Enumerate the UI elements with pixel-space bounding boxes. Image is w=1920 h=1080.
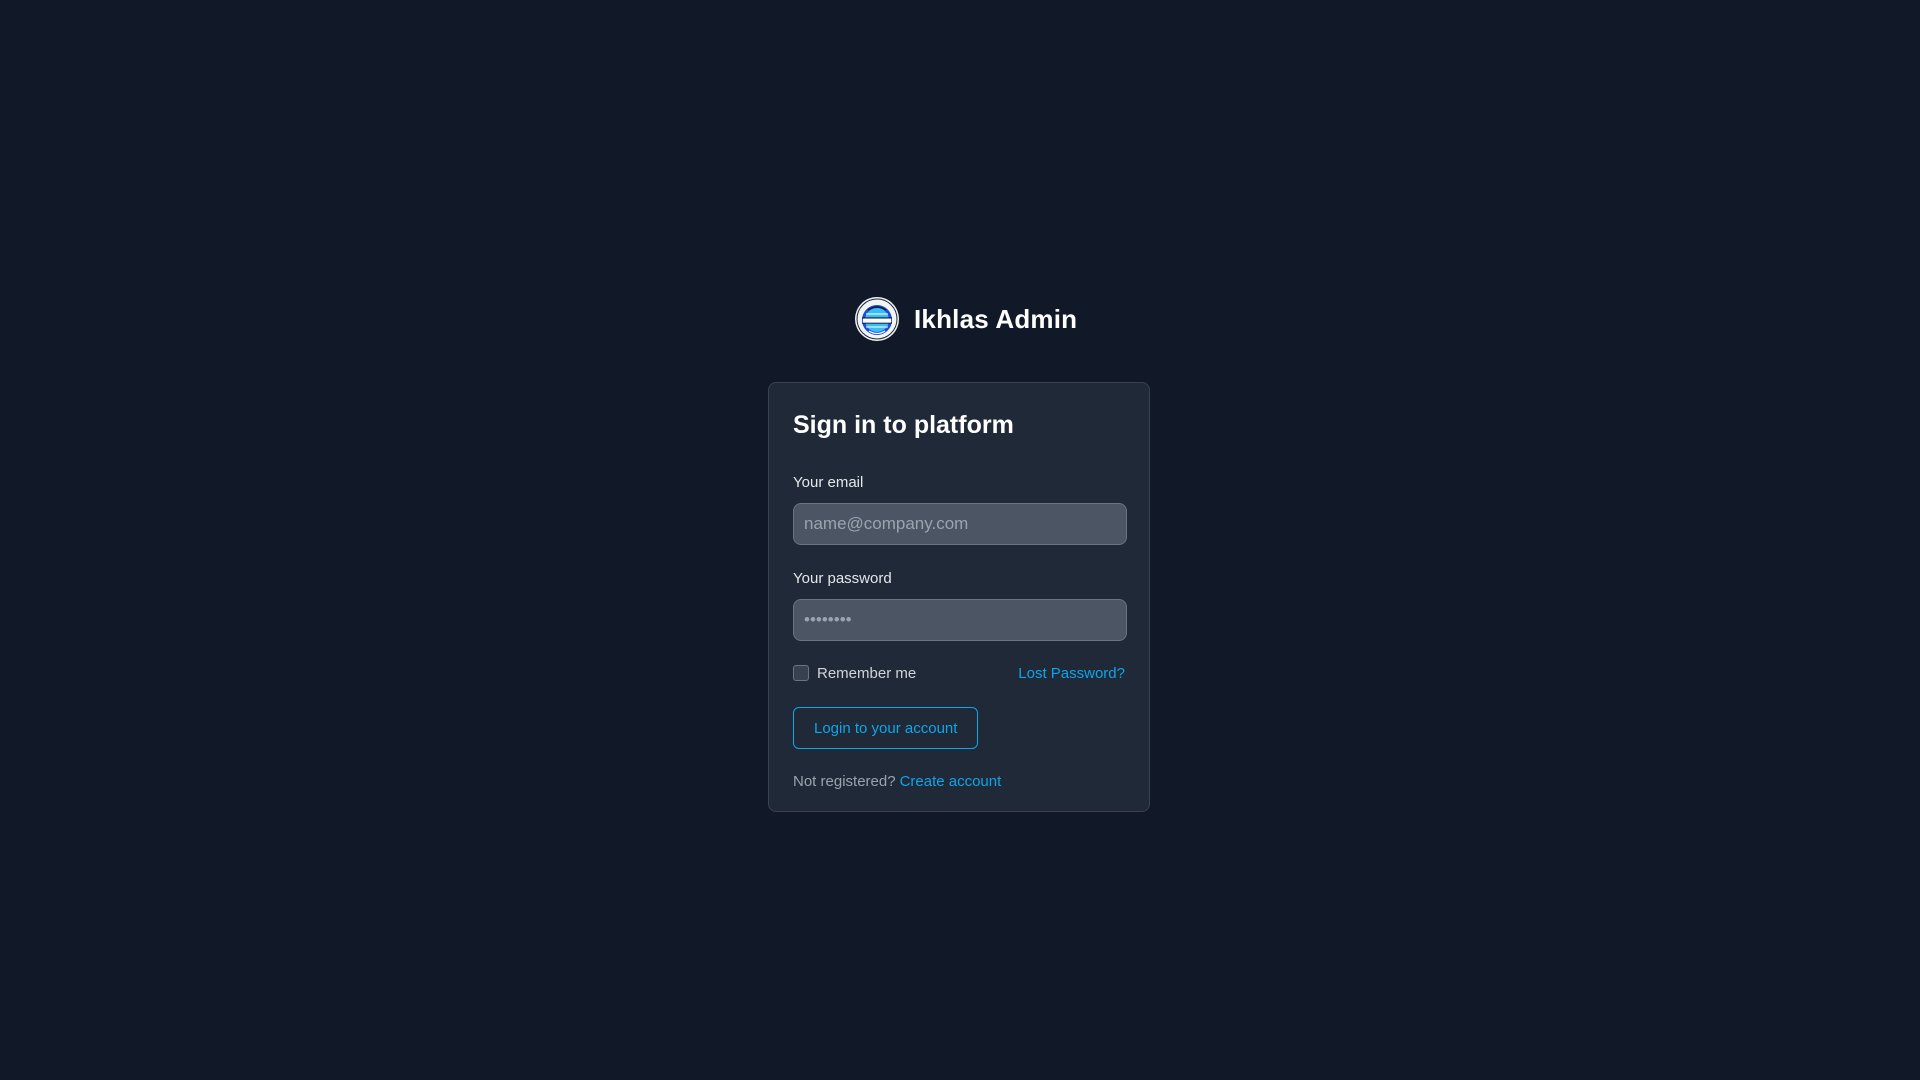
ikhlas-logo-icon — [854, 296, 900, 342]
options-row: Remember me Lost Password? — [793, 663, 1125, 683]
app-name: Ikhlas Admin — [914, 303, 1078, 334]
create-account-link[interactable]: Create account — [900, 773, 1002, 790]
brand-header: Ikhlas Admin — [854, 296, 1077, 342]
password-label: Your password — [793, 570, 892, 587]
email-label: Your email — [793, 474, 864, 491]
login-button[interactable]: Login to your account — [793, 707, 979, 749]
remember-checkbox[interactable] — [793, 665, 809, 681]
password-input[interactable] — [793, 599, 1127, 641]
email-input[interactable] — [793, 503, 1127, 545]
login-page: Ikhlas Admin Sign in to platform Your em… — [0, 0, 1920, 1080]
remember-label: Remember me — [817, 664, 917, 682]
form-title: Sign in to platform — [793, 411, 1014, 439]
register-prompt-text: Not registered? — [793, 773, 896, 790]
register-prompt: Not registered? Create account — [793, 773, 1125, 790]
remember-me[interactable]: Remember me — [793, 665, 916, 682]
login-card: Sign in to platform Your email Your pass… — [768, 382, 1150, 812]
lost-password-link[interactable]: Lost Password? — [1018, 665, 1125, 682]
